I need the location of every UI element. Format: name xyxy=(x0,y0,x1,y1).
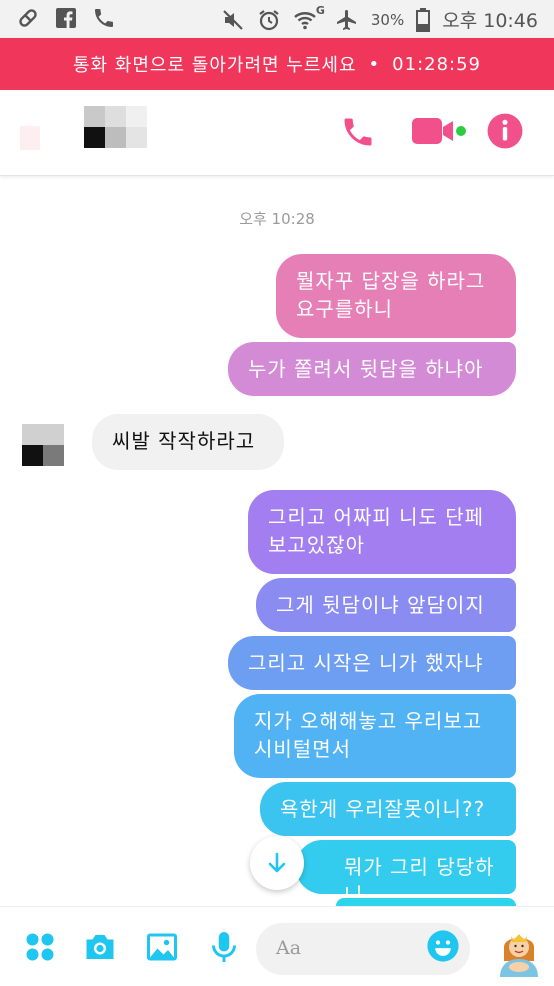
alarm-icon xyxy=(259,9,279,30)
message-bubble-outgoing[interactable]: 그리고 시작은 니가 했자냐 xyxy=(228,636,516,690)
like-sticker-icon[interactable] xyxy=(494,923,544,977)
message-bubble-outgoing[interactable]: 그게 뒷담이냐 앞담이지 xyxy=(256,578,516,632)
emoji-icon[interactable] xyxy=(426,929,460,963)
message-bubble-outgoing[interactable]: 누가 쫄려서 뒷담을 하냐아 xyxy=(228,342,516,396)
return-to-call-banner[interactable]: 통화 화면으로 돌아가려면 누르세요 • 01:28:59 xyxy=(0,38,554,90)
message-timestamp: 오후 10:28 xyxy=(239,210,315,228)
message-bubble-outgoing[interactable]: 그리고 어짜피 니도 단페 보고있잖아 xyxy=(248,490,516,574)
pill-icon xyxy=(19,9,37,27)
contact-avatar[interactable] xyxy=(84,106,148,148)
battery-percent: 30% xyxy=(370,10,405,29)
camera-icon[interactable] xyxy=(82,929,118,965)
wifi-icon xyxy=(294,11,316,29)
sender-avatar[interactable] xyxy=(22,424,64,466)
chat-header xyxy=(0,90,554,176)
more-apps-icon[interactable] xyxy=(22,929,58,965)
arrow-down-icon xyxy=(268,852,286,873)
message-bubble-outgoing[interactable]: 지가 오해해놓고 우리보고 시비털면서 xyxy=(234,694,516,778)
clock-time: 오후 10:46 xyxy=(442,10,538,32)
facebook-icon xyxy=(56,8,76,28)
call-duration: 01:28:59 xyxy=(392,53,482,75)
phone-call-icon[interactable] xyxy=(340,112,376,152)
microphone-icon[interactable] xyxy=(206,929,242,965)
phone-icon xyxy=(95,9,113,27)
status-bar: G 30% 오후 10:46 xyxy=(0,0,554,38)
message-input-placeholder: Aa xyxy=(276,937,302,959)
back-button[interactable] xyxy=(20,126,40,150)
mute-icon xyxy=(223,9,243,30)
return-to-call-text: 통화 화면으로 돌아가려면 누르세요 xyxy=(72,55,357,76)
network-type-label: G xyxy=(315,3,325,17)
airplane-icon xyxy=(336,9,356,30)
info-icon[interactable] xyxy=(486,112,524,150)
message-bubble-outgoing[interactable]: 뭘자꾸 답장을 하라그 요구를하니 xyxy=(276,254,516,338)
battery-icon xyxy=(416,7,431,32)
message-bubble-outgoing[interactable]: 욕한게 우리잘못이니?? xyxy=(260,782,516,836)
message-composer: Aa xyxy=(0,906,554,986)
scroll-to-bottom-button[interactable] xyxy=(250,836,304,890)
message-bubble-outgoing[interactable]: 뭐가 그리 당당하니 xyxy=(296,840,516,907)
video-call-icon[interactable] xyxy=(412,114,470,150)
gallery-icon[interactable] xyxy=(144,929,180,965)
banner-separator: • xyxy=(368,53,381,75)
message-bubble-partial xyxy=(336,898,516,906)
message-bubble-incoming[interactable]: 씨발 작작하라고 xyxy=(92,414,284,470)
